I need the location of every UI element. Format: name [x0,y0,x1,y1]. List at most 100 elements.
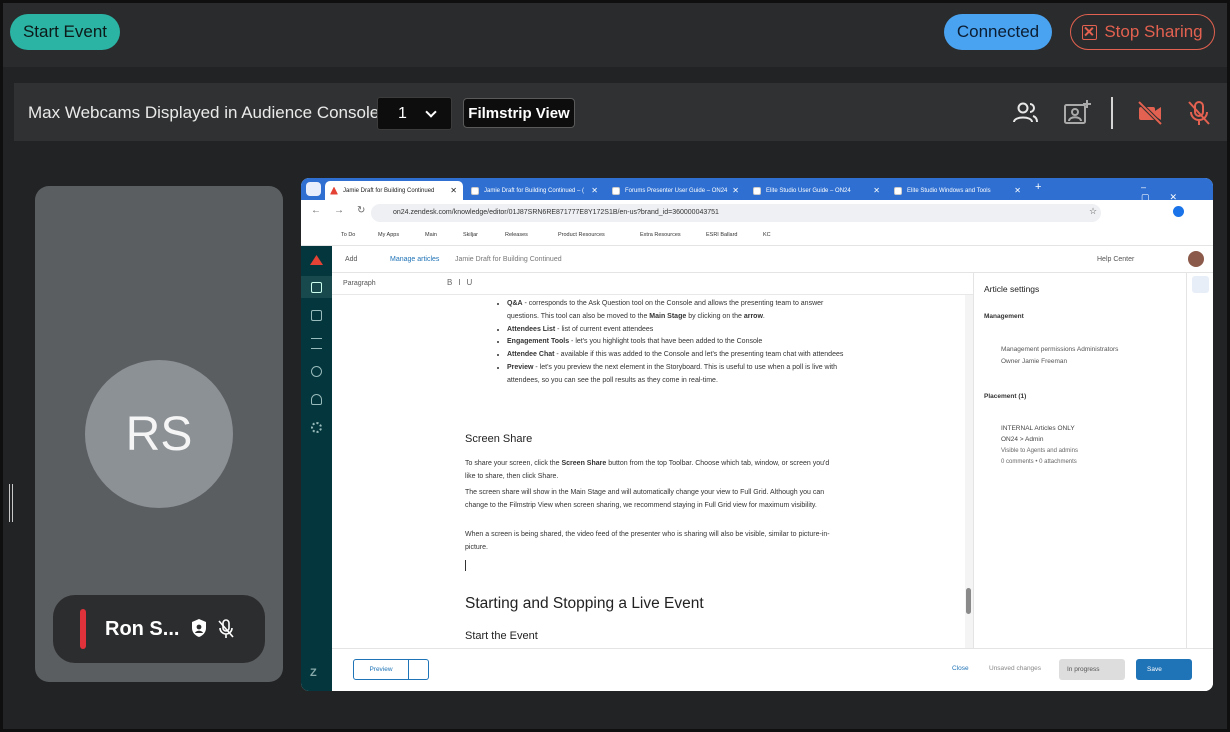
mic-off-icon[interactable] [217,619,235,639]
manage-articles-link[interactable]: Manage articles [390,256,439,263]
close-icon[interactable]: ✕ [591,186,598,195]
section-heading: Screen Share [465,433,533,445]
logo-icon [310,255,323,265]
filmstrip-view-button[interactable]: Filmstrip View [463,98,575,128]
close-icon[interactable]: ✕ [873,186,880,195]
presenter-tile: RS Ron S... [35,186,283,682]
browser-tab[interactable]: Forums Presenter User Guide – ON24 ✕ [607,181,745,200]
mic-off-icon[interactable] [1185,99,1213,127]
shared-screen: Jamie Draft for Building Continued ✕ Jami… [301,178,1213,691]
browser-tab[interactable]: Jamie Draft for Building Continued – ( ✕ [466,181,604,200]
chevron-down-icon [425,106,437,118]
placement-path: ON24 > Admin [1001,436,1044,443]
zendesk-logo-icon: Z [310,667,317,679]
format-buttons[interactable]: BIU [447,278,478,287]
connection-status-badge: Connected [944,14,1052,50]
unsaved-status: Unsaved changes [989,665,1042,672]
page-icon [471,186,479,195]
page-title: Starting and Stopping a Live Event [465,595,704,612]
tab-search-icon[interactable] [306,182,321,196]
star-icon[interactable]: ☆ [1089,206,1097,217]
browser-tab[interactable]: Jamie Draft for Building Continued ✕ [325,181,463,200]
users-icon[interactable] [311,394,322,405]
article-editor[interactable]: Q&A - corresponds to the Ask Question to… [332,295,965,648]
resize-handle[interactable] [9,484,13,522]
speaker-indicator [80,609,86,649]
placement-label: Placement (1) [984,393,1027,400]
nav-buttons[interactable]: ←→↻ [311,205,378,216]
list-icon[interactable] [311,338,322,349]
gear-icon[interactable] [1192,276,1209,293]
bookmark[interactable]: Extra Resources [640,232,681,238]
browser-tab[interactable]: Elite Studio Windows and Tools ✕ [889,181,1027,200]
browser-tab[interactable]: Elite Studio User Guide – ON24 ✕ [748,181,886,200]
zendesk-icon [330,186,338,195]
bookmark[interactable]: KC [763,232,771,238]
bookmark[interactable]: My Apps [378,232,399,238]
status-select[interactable]: In progress [1059,659,1125,680]
close-link[interactable]: Close [952,665,969,672]
bookmark[interactable]: Skiljar [463,232,478,238]
avatar[interactable] [1188,251,1204,267]
management-label: Management [984,313,1024,320]
eye-icon[interactable] [311,366,322,377]
page-icon [753,186,761,195]
url-field[interactable]: on24.zendesk.com/knowledge/editor/01J87S… [371,204,1101,222]
editor-footer: Preview Close Unsaved changes In progres… [332,648,1213,691]
preview-menu-button[interactable] [409,659,429,680]
text-cursor [465,560,466,571]
tab-label: Jamie Draft for Building Continued – ( [484,187,585,194]
close-icon[interactable]: ✕ [732,186,739,195]
list-item: Attendees List - list of current event a… [507,324,857,337]
zendesk-sidebar: Z [301,246,332,691]
start-event-button[interactable]: Start Event [10,14,120,50]
add-menu[interactable]: Add [345,256,357,263]
save-button[interactable]: Save [1136,659,1192,680]
owner-text: Owner Jamie Freeman [1001,358,1068,365]
breadcrumb: Jamie Draft for Building Continued [455,256,562,263]
bookmark[interactable]: To Do [341,232,355,238]
bookmark[interactable]: ESRI Ballard [706,232,738,238]
stop-sharing-button[interactable]: Stop Sharing [1070,14,1215,50]
close-icon[interactable]: ✕ [1014,186,1021,195]
bookmarks-bar: To Do My Apps Main Skiljar Releases Prod… [301,226,1213,246]
feedback-icon[interactable] [311,310,322,321]
gear-icon[interactable] [311,422,322,433]
counts-text: 0 comments • 0 attachments [1001,459,1077,465]
list-item: Q&A - corresponds to the Ask Question to… [507,298,857,324]
max-webcams-label: Max Webcams Displayed in Audience Consol… [28,103,384,122]
preview-button[interactable]: Preview [353,659,409,680]
book-icon[interactable] [311,282,322,293]
profile-icon[interactable] [1173,206,1184,217]
scrollbar-thumb[interactable] [966,588,971,614]
avatar: RS [85,360,233,508]
list-item: Attendee Chat - available if this was ad… [507,349,857,362]
new-tab-icon[interactable]: + [1035,181,1041,193]
max-webcams-value: 1 [398,104,407,122]
right-rail [1186,273,1213,648]
bookmark[interactable]: Product Resources [558,232,605,238]
add-webcam-icon[interactable] [1063,99,1091,127]
stop-share-icon [1082,24,1098,40]
paragraph: The screen share will show in the Main S… [465,489,825,509]
paragraph: When a screen is being shared, the video… [465,531,830,551]
toolbar-divider [1111,97,1113,129]
stage-toolbar: Max Webcams Displayed in Audience Consol… [14,83,1227,141]
camera-off-icon[interactable] [1136,99,1164,127]
tab-label: Jamie Draft for Building Continued [343,187,435,194]
bookmark[interactable]: Releases [505,232,528,238]
help-center-link[interactable]: Help Center [1097,256,1134,263]
paragraph-style-select[interactable]: Paragraph [343,280,376,287]
editor-scrollbar[interactable] [965,295,973,648]
max-webcams-select[interactable]: 1 [377,97,452,130]
bookmark[interactable]: Main [425,232,437,238]
close-icon[interactable]: ✕ [450,186,457,195]
section-name[interactable]: INTERNAL Articles ONLY [1001,425,1075,432]
settings-title: Article settings [984,284,1040,294]
tab-label: Forums Presenter User Guide – ON24 [625,187,728,194]
permissions-text[interactable]: Management permissions Administrators [1001,346,1118,353]
stop-sharing-label: Stop Sharing [1104,22,1203,41]
app-window: Start Event Connected Stop Sharing Max W… [0,0,1230,732]
attendees-icon[interactable] [1011,99,1039,127]
page-icon [612,186,620,195]
